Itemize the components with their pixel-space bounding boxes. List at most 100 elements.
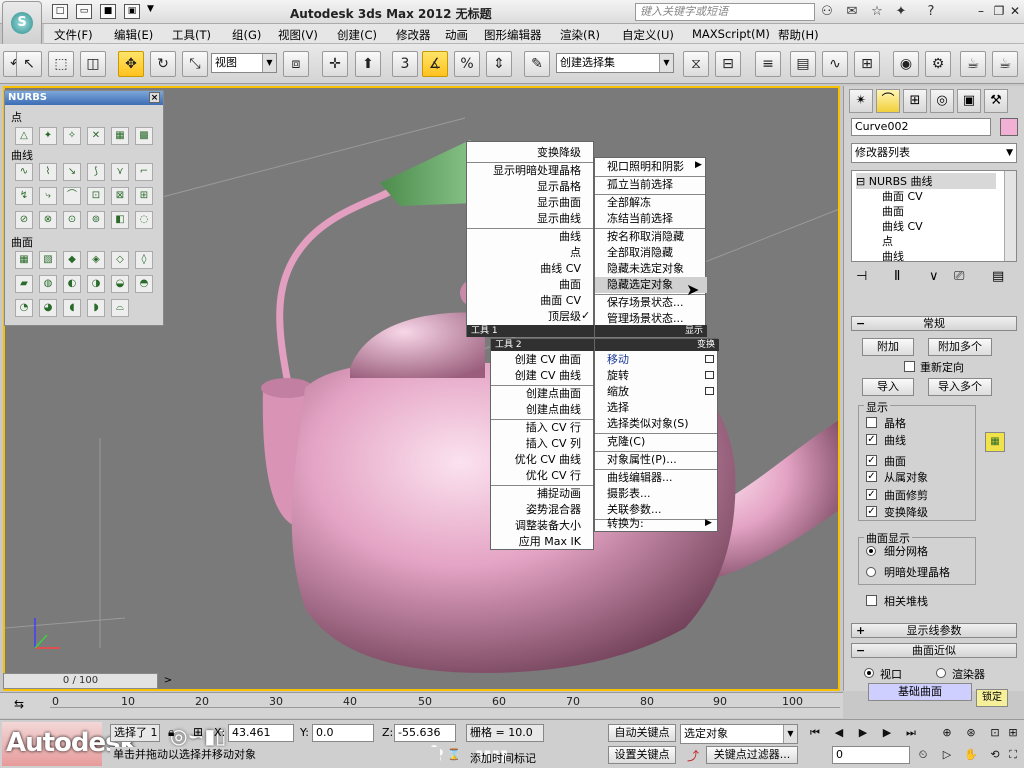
quad-item-pose-mixer[interactable]: 姿势混合器 [491,502,593,518]
renderer-radio[interactable] [936,668,946,678]
curve-tool-icon[interactable]: ◧ [111,211,129,229]
rendered-frame-window-icon[interactable]: ☕ [960,51,986,77]
surface-point-icon[interactable]: ▦ [111,127,129,145]
surface-trims-checkbox[interactable]: ✓ [866,489,877,500]
y-coord-field[interactable]: 0.0 [312,724,374,742]
quad-item-curve-cv[interactable]: 曲线 CV [467,261,593,277]
close-button[interactable]: ✕ [1006,2,1024,20]
rollout-surface-approximation[interactable]: − 曲面近似 [851,643,1017,658]
nurbs-creation-toolbox-icon[interactable]: ▦ [985,432,1005,452]
show-end-result-icon[interactable]: Ⅱ [894,269,900,284]
quad-item-hide-unselected[interactable]: 隐藏未选定对象 [595,261,684,277]
settings-box-icon[interactable] [705,355,714,363]
next-frame-arrow-icon[interactable]: > [162,673,174,689]
stack-scrollbar[interactable] [1004,171,1016,261]
quad-item-show-curves[interactable]: 显示曲线 [467,211,593,227]
stack-item-surface-cv[interactable]: 曲面 CV [882,188,923,204]
quad-item-point[interactable]: 点 [467,245,593,261]
ruled-surface-icon[interactable]: ◐ [63,275,81,293]
select-manipulate-icon[interactable]: ✛ [322,51,348,77]
mirror-curve-icon[interactable]: ⋎ [111,163,129,181]
go-to-end-icon[interactable]: ⏭ [902,724,920,742]
motion-tab-icon[interactable]: ◎ [930,89,954,113]
quad-item-viewport-lighting[interactable]: 视口照明和阴影 [595,159,684,175]
help-icon[interactable]: ? [922,3,940,21]
remove-modifier-icon[interactable]: ⎚ [954,269,964,284]
auto-key-button[interactable]: 自动关键点 [608,724,676,742]
quad-item-clone[interactable]: 克隆(C) [595,434,645,450]
cv-surface-icon[interactable]: ▦ [15,251,33,269]
align-icon[interactable]: ⊟ [715,51,741,77]
select-and-move-icon[interactable]: ✥ [118,51,144,77]
attach-button[interactable]: 附加 [862,338,914,356]
object-name-field[interactable]: Curve002 [851,118,991,136]
named-selection-set-dropdown[interactable]: 创建选择集 ▼ [556,53,674,73]
quad-item-apply-max-ik[interactable]: 应用 Max IK [491,534,593,550]
hierarchy-tab-icon[interactable]: ⊞ [903,89,927,113]
uv-loft-surface-icon[interactable]: ◓ [135,275,153,293]
app-menu-button[interactable]: S [2,1,42,47]
quad-item-move[interactable]: 移动 [595,352,629,368]
quad-item-create-cv-surface[interactable]: 创建 CV 曲面 [491,352,593,368]
select-and-rotate-icon[interactable]: ↻ [150,51,176,77]
current-frame-field[interactable]: 0 [832,746,910,764]
menu-graph-editors[interactable]: 图形编辑器 [484,27,542,43]
pivot-center-icon[interactable]: ⧈ [283,51,309,77]
schematic-view-icon[interactable]: ⊞ [854,51,880,77]
offset-curve-icon[interactable]: ⟆ [87,163,105,181]
quad-item-refine-cv-row[interactable]: 优化 CV 行 [491,468,593,484]
create-tab-icon[interactable]: ✴ [849,89,873,113]
save-file-icon[interactable]: ■ [100,4,116,19]
settings-box-icon[interactable] [705,387,714,395]
mirror-surface-icon[interactable]: ◊ [135,251,153,269]
zoom-icon[interactable]: ⊕ [938,724,956,742]
quad-item-freeze-selection[interactable]: 冻结当前选择 [595,211,673,227]
menu-help[interactable]: 帮助(H) [778,27,819,43]
quad-item-resize-rig[interactable]: 调整装备大小 [491,518,593,534]
surface-surface-intersect-icon[interactable]: ⤷ [39,187,57,205]
make-unique-icon[interactable]: ∨ [929,269,939,284]
extrude-surface-icon[interactable]: ▰ [15,275,33,293]
selection-lock-icon[interactable]: 🔒︎ [168,725,174,740]
graphite-modeling-icon[interactable]: ▤ [790,51,816,77]
layer-manager-icon[interactable]: ≡ [755,51,781,77]
angle-snap-icon[interactable]: ∡ [422,51,448,77]
zoom-extents-all-icon[interactable]: ⊞ [1004,724,1022,742]
quad-item-show-surfaces[interactable]: 显示曲面 [467,195,593,211]
chamfer-curve-icon[interactable]: ⌐ [135,163,153,181]
menu-customize[interactable]: 自定义(U) [622,27,674,43]
pin-stack-icon[interactable]: ⊣ [856,269,867,284]
multisided-blend-icon[interactable]: ◖ [63,299,81,317]
display-tab-icon[interactable]: ▣ [957,89,981,113]
v-iso-curve-icon[interactable]: ⊡ [87,187,105,205]
base-surface-button[interactable]: 基础曲面 [868,683,972,701]
one-rail-sweep-icon[interactable]: ◔ [15,299,33,317]
quad-item-insert-cv-column[interactable]: 插入 CV 列 [491,436,593,452]
import-multiple-button[interactable]: 导入多个 [928,378,992,396]
time-config-icon[interactable]: ⏲ [914,746,932,764]
blend-surface-icon[interactable]: ◈ [87,251,105,269]
stack-item-curve-cv[interactable]: 曲线 CV [882,218,923,234]
quad-item-top-level[interactable]: 顶层级 [467,309,593,325]
time-slider[interactable]: 0 / 100 [3,673,158,689]
transform-surface-icon[interactable]: ◆ [63,251,81,269]
quad-item-object-properties[interactable]: 对象属性(P)... [595,452,677,468]
quad-item-curve-editor[interactable]: 曲线编辑器... [595,470,673,486]
quad-item-select[interactable]: 选择 [595,400,629,416]
quad-item-select-similar[interactable]: 选择类似对象(S) [595,416,689,432]
quad-item-scale[interactable]: 缩放 [595,384,629,400]
menu-file[interactable]: 文件(F) [54,27,93,43]
tessellated-mesh-radio[interactable] [866,546,876,556]
lattice-checkbox[interactable] [866,417,877,428]
quad-item-unfreeze-all[interactable]: 全部解冻 [595,195,651,211]
snap-toggle-icon[interactable]: 3 [392,51,418,77]
quad-item-create-point-curve[interactable]: 创建点曲线 [491,402,593,418]
quad-item-transform-degrade[interactable]: 变换降级 [467,145,593,161]
quad-item-dope-sheet[interactable]: 摄影表... [595,486,651,502]
window-crossing-icon[interactable]: ◫ [80,51,106,77]
render-production-icon[interactable]: ☕ [992,51,1018,77]
key-mode-dropdown[interactable]: 选定对象 ▼ [680,724,798,744]
quad-item-convert-to[interactable]: 转换为: [595,516,644,532]
quad-item-save-scene-state[interactable]: 保存场景状态... [595,295,684,311]
set-key-button[interactable]: 设置关键点 [608,746,676,764]
